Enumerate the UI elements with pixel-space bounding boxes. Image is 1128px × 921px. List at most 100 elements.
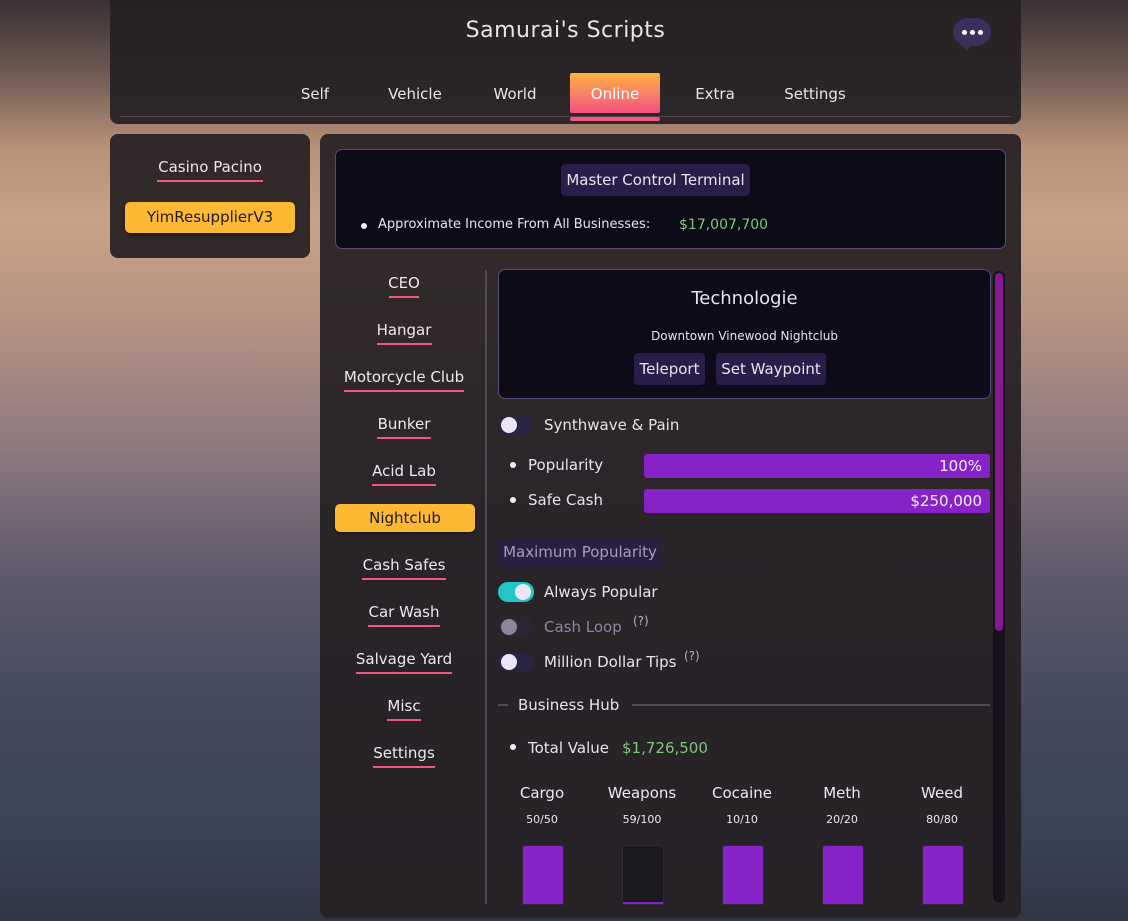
- scrollbar-thumb[interactable]: [995, 273, 1003, 631]
- sidebar-item-car-wash[interactable]: Car Wash: [344, 603, 464, 627]
- popularity-value: 100%: [939, 457, 982, 475]
- chat-menu-button[interactable]: [953, 18, 991, 51]
- sidebar-item-cash-safes[interactable]: Cash Safes: [344, 556, 464, 580]
- stock-fill: [723, 846, 763, 904]
- link-underline: [368, 625, 440, 627]
- sidebar-item-label: Cash Safes: [362, 556, 446, 574]
- safe-cash-value: $250,000: [910, 492, 982, 510]
- sidebar-item-label: Hangar: [376, 321, 432, 339]
- sidebar-item-acid-lab[interactable]: Acid Lab: [354, 462, 454, 486]
- set-waypoint-button[interactable]: Set Waypoint: [716, 353, 826, 385]
- teleport-button[interactable]: Teleport: [634, 353, 705, 385]
- tab-self[interactable]: Self: [290, 73, 340, 113]
- maximum-popularity-button[interactable]: Maximum Popularity: [498, 537, 662, 567]
- popularity-bar: 100%: [644, 454, 990, 478]
- stock-name-weapons: Weapons: [607, 784, 677, 802]
- separator-line: [498, 704, 508, 706]
- safe-cash-bar: $250,000: [644, 489, 990, 513]
- sidebar-item-label: Settings: [373, 744, 435, 762]
- stock-name-meth: Meth: [823, 784, 861, 802]
- main-tabs: Self Vehicle World Online Extra Settings: [110, 73, 1021, 113]
- link-underline: [387, 719, 421, 721]
- cash-loop-toggle[interactable]: [498, 617, 534, 637]
- popularity-bar-track: 100%: [644, 454, 990, 478]
- million-tips-help-icon[interactable]: (?): [684, 649, 700, 663]
- popularity-label: Popularity: [528, 456, 604, 474]
- total-value-amount: $1,726,500: [622, 739, 708, 757]
- tab-settings[interactable]: Settings: [778, 73, 852, 113]
- sidebar-item-misc[interactable]: Misc: [364, 697, 444, 721]
- separator-line: [632, 704, 990, 706]
- stock-count-weed: 80/80: [926, 813, 958, 826]
- toggle-knob: [501, 417, 517, 433]
- stock-fill: [523, 846, 563, 904]
- master-control-terminal-button[interactable]: Master Control Terminal: [561, 164, 750, 196]
- more-dots-icon: [969, 29, 975, 35]
- cash-loop-help-icon[interactable]: (?): [633, 614, 649, 628]
- sidebar-item-nightclub[interactable]: Nightclub: [335, 504, 475, 532]
- more-dots-icon: [961, 29, 967, 35]
- toggle-knob: [501, 654, 517, 670]
- header-panel: Samurai's Scripts Self Vehicle World Onl…: [110, 0, 1021, 124]
- sidebar-item-settings[interactable]: Settings: [354, 744, 454, 768]
- stock-name-weed: Weed: [921, 784, 963, 802]
- stock-name-cargo: Cargo: [519, 784, 565, 802]
- stock-count-cocaine: 10/10: [726, 813, 758, 826]
- tab-online[interactable]: Online: [570, 73, 660, 113]
- link-underline: [157, 180, 263, 182]
- income-label: Approximate Income From All Businesses:: [378, 217, 651, 232]
- always-popular-toggle[interactable]: [498, 582, 534, 602]
- link-underline: [344, 390, 464, 392]
- bullet-icon: [510, 744, 516, 750]
- bullet-icon: [361, 223, 367, 229]
- tab-extra[interactable]: Extra: [686, 73, 744, 113]
- casino-pacino-label: Casino Pacino: [158, 158, 262, 176]
- stock-count-weapons: 59/100: [622, 813, 662, 826]
- toggle-knob: [515, 584, 531, 600]
- million-dollar-tips-toggle[interactable]: [498, 652, 534, 672]
- safe-cash-label: Safe Cash: [528, 491, 603, 509]
- link-underline: [373, 766, 435, 768]
- total-value-label: Total Value: [528, 739, 609, 757]
- stock-bar-weed: [922, 845, 964, 905]
- sidebar-item-label: Car Wash: [368, 603, 440, 621]
- tab-world[interactable]: World: [484, 73, 546, 113]
- sidebar-item-label: Acid Lab: [372, 462, 436, 480]
- link-underline: [389, 296, 419, 298]
- sidebar-item-motorcycle-club[interactable]: Motorcycle Club: [334, 368, 474, 392]
- nightclub-location: Downtown Vinewood Nightclub: [651, 329, 838, 343]
- master-control-box: Master Control Terminal Approximate Inco…: [335, 149, 1006, 249]
- active-tab-indicator: [570, 117, 660, 121]
- stock-fill: [623, 902, 663, 904]
- stock-bar-meth: [822, 845, 864, 905]
- stock-count-meth: 20/20: [826, 813, 858, 826]
- yimresupplier-button[interactable]: YimResupplierV3: [125, 202, 295, 233]
- sidebar-item-hangar[interactable]: Hangar: [354, 321, 454, 345]
- tabs-divider: [120, 116, 1011, 117]
- tab-vehicle[interactable]: Vehicle: [380, 73, 450, 113]
- stock-bar-weapons: [622, 845, 664, 905]
- stock-count-cargo: 50/50: [526, 813, 558, 826]
- sidebar-item-label: Motorcycle Club: [343, 368, 465, 386]
- sidebar-item-label: CEO: [388, 274, 420, 292]
- synthwave-toggle[interactable]: [498, 415, 534, 435]
- link-underline: [362, 578, 446, 580]
- bullet-icon: [510, 497, 516, 503]
- toggle-knob: [501, 619, 517, 635]
- more-dots-icon: [977, 29, 983, 35]
- stock-fill: [823, 846, 863, 904]
- link-underline: [356, 672, 452, 674]
- stock-fill: [923, 846, 963, 904]
- sidebar-item-ceo[interactable]: CEO: [364, 274, 444, 298]
- always-popular-label: Always Popular: [544, 583, 658, 601]
- nightclub-name: Technologie: [691, 288, 798, 309]
- link-underline: [376, 343, 432, 345]
- sidebar-item-bunker[interactable]: Bunker: [354, 415, 454, 439]
- app-title: Samurai's Scripts: [465, 18, 666, 43]
- casino-pacino-button[interactable]: Casino Pacino: [154, 158, 266, 182]
- nightclub-info-box: Technologie Downtown Vinewood Nightclub …: [498, 269, 991, 399]
- sidebar-item-salvage-yard[interactable]: Salvage Yard: [339, 650, 469, 674]
- bullet-icon: [510, 462, 516, 468]
- left-panel: Casino Pacino YimResupplierV3: [110, 134, 310, 258]
- content-scrollbar[interactable]: [993, 271, 1005, 903]
